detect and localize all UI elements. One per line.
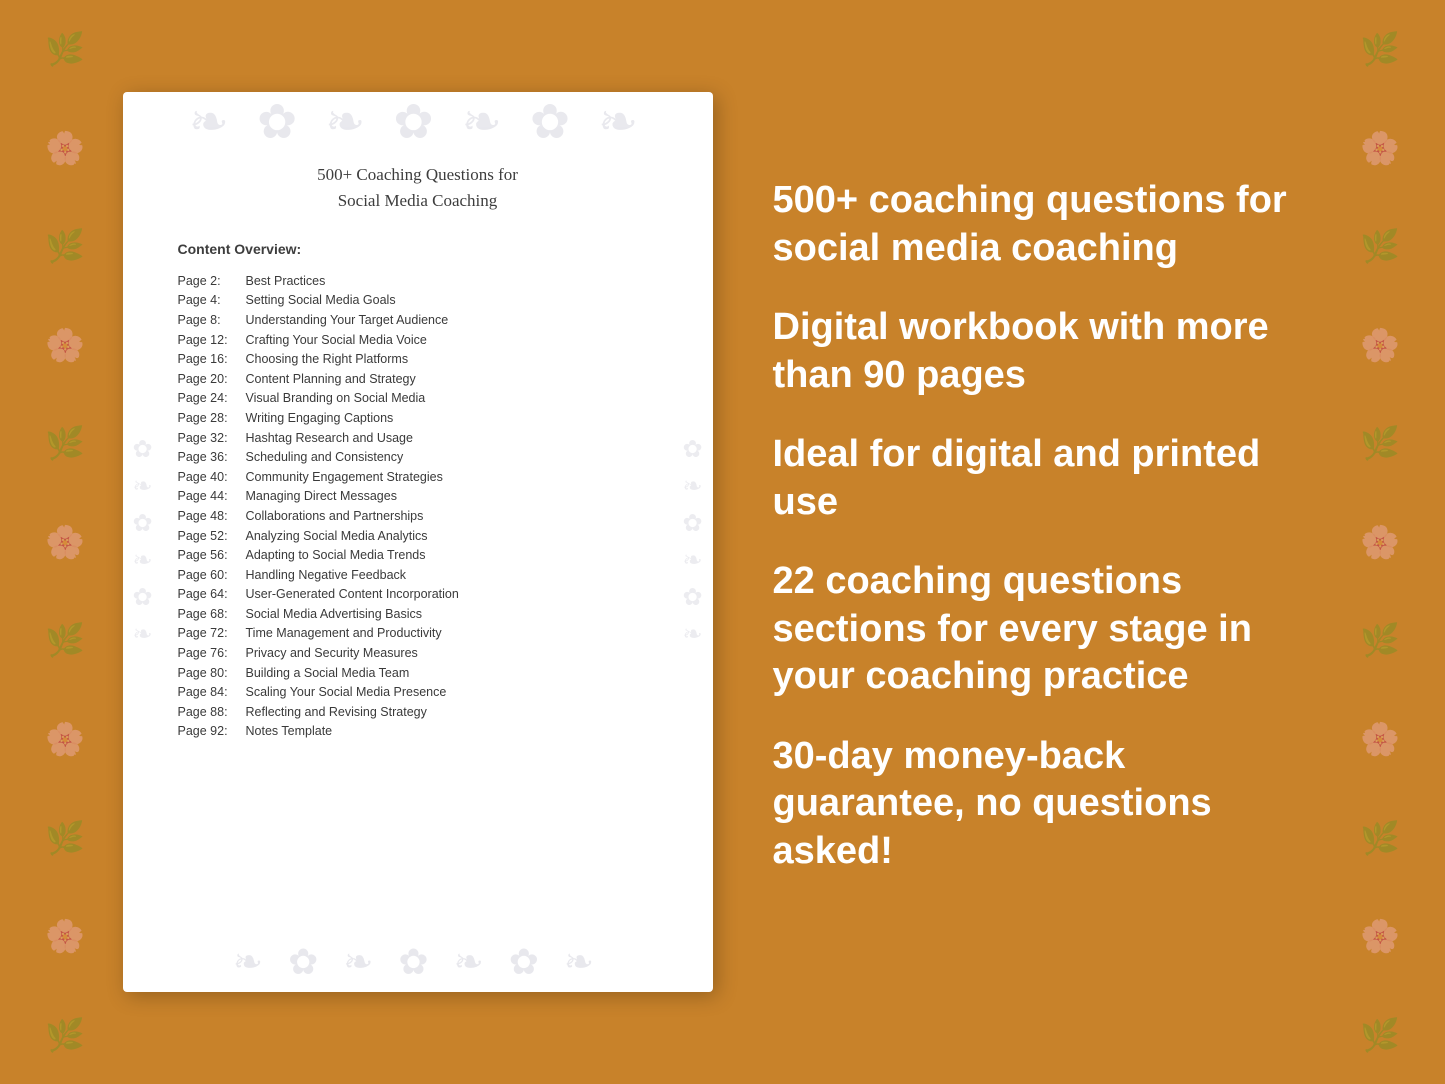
toc-page-number: Page 56: [178,548,242,562]
toc-item: Page 32: Hashtag Research and Usage [178,428,658,448]
toc-item: Page 80: Building a Social Media Team [178,663,658,683]
toc-label: Content Overview: [178,241,658,257]
toc-page-number: Page 80: [178,666,242,680]
toc-title: Handling Negative Feedback [246,568,658,582]
content-wrapper: ❧ ✿ ❧ ✿ ❧ ✿ ❧ ✿❧✿❧✿❧ ✿❧✿❧✿❧ 500+ Coachin… [0,0,1445,1084]
toc-page-number: Page 84: [178,685,242,699]
doc-side-ornament-left: ✿❧✿❧✿❧ [123,435,163,649]
toc-page-number: Page 68: [178,607,242,621]
feature-3: Ideal for digital and printed use [773,431,1323,526]
features-panel: 500+ coaching questions for social media… [773,177,1323,907]
toc-item: Page 60: Handling Negative Feedback [178,565,658,585]
toc-page-number: Page 2: [178,274,242,288]
toc-item: Page 72: Time Management and Productivity [178,624,658,644]
toc-page-number: Page 48: [178,509,242,523]
toc-title: Time Management and Productivity [246,626,658,640]
toc-title: Community Engagement Strategies [246,470,658,484]
feature-2: Digital workbook with more than 90 pages [773,304,1323,399]
toc-title: Crafting Your Social Media Voice [246,333,658,347]
feature-5: 30-day money-back guarantee, no question… [773,733,1323,876]
toc-title: Privacy and Security Measures [246,646,658,660]
toc-page-number: Page 92: [178,724,242,738]
toc-title: Scaling Your Social Media Presence [246,685,658,699]
toc-title: Choosing the Right Platforms [246,352,658,366]
toc-item: Page 64: User-Generated Content Incorpora… [178,585,658,605]
toc-title: Understanding Your Target Audience [246,313,658,327]
table-of-contents: Page 2: Best Practices Page 4: Setting Soci… [178,271,658,741]
toc-title: Collaborations and Partnerships [246,509,658,523]
toc-item: Page 4: Setting Social Media Goals [178,291,658,311]
toc-item: Page 84: Scaling Your Social Media Presen… [178,682,658,702]
toc-item: Page 24: Visual Branding on Social Media [178,389,658,409]
toc-item: Page 28: Writing Engaging Captions [178,408,658,428]
toc-item: Page 2: Best Practices [178,271,658,291]
toc-item: Page 8: Understanding Your Target Audienc… [178,310,658,330]
toc-title: Adapting to Social Media Trends [246,548,658,562]
toc-title: Notes Template [246,724,658,738]
toc-page-number: Page 4: [178,293,242,307]
feature-4: 22 coaching questions sections for every… [773,558,1323,701]
toc-title: Hashtag Research and Usage [246,431,658,445]
toc-title: Best Practices [246,274,658,288]
toc-page-number: Page 88: [178,705,242,719]
toc-page-number: Page 52: [178,529,242,543]
feature-1: 500+ coaching questions for social media… [773,177,1323,272]
toc-item: Page 16: Choosing the Right Platforms [178,349,658,369]
doc-ornament-bottom: ❧ ✿ ❧ ✿ ❧ ✿ ❧ [123,932,713,992]
toc-page-number: Page 64: [178,587,242,601]
toc-page-number: Page 8: [178,313,242,327]
toc-item: Page 48: Collaborations and Partnerships [178,506,658,526]
toc-title: Visual Branding on Social Media [246,391,658,405]
toc-title: Reflecting and Revising Strategy [246,705,658,719]
toc-page-number: Page 24: [178,391,242,405]
document-title: 500+ Coaching Questions for Social Media… [178,162,658,213]
document-panel: ❧ ✿ ❧ ✿ ❧ ✿ ❧ ✿❧✿❧✿❧ ✿❧✿❧✿❧ 500+ Coachin… [123,92,713,992]
toc-page-number: Page 60: [178,568,242,582]
toc-item: Page 40: Community Engagement Strategies [178,467,658,487]
doc-side-ornament-right: ✿❧✿❧✿❧ [673,435,713,649]
toc-item: Page 92: Notes Template [178,722,658,742]
toc-title: Content Planning and Strategy [246,372,658,386]
toc-page-number: Page 16: [178,352,242,366]
toc-title: Setting Social Media Goals [246,293,658,307]
toc-title: User-Generated Content Incorporation [246,587,658,601]
toc-item: Page 12: Crafting Your Social Media Voice [178,330,658,350]
toc-page-number: Page 44: [178,489,242,503]
toc-title: Building a Social Media Team [246,666,658,680]
doc-ornament-top: ❧ ✿ ❧ ✿ ❧ ✿ ❧ [123,92,713,152]
toc-page-number: Page 12: [178,333,242,347]
toc-item: Page 44: Managing Direct Messages [178,487,658,507]
toc-page-number: Page 36: [178,450,242,464]
toc-title: Writing Engaging Captions [246,411,658,425]
toc-title: Social Media Advertising Basics [246,607,658,621]
toc-title: Analyzing Social Media Analytics [246,529,658,543]
toc-item: Page 68: Social Media Advertising Basics [178,604,658,624]
toc-item: Page 36: Scheduling and Consistency [178,447,658,467]
toc-page-number: Page 40: [178,470,242,484]
toc-page-number: Page 32: [178,431,242,445]
toc-title: Scheduling and Consistency [246,450,658,464]
toc-item: Page 88: Reflecting and Revising Strategy [178,702,658,722]
toc-item: Page 56: Adapting to Social Media Trends [178,545,658,565]
toc-item: Page 76: Privacy and Security Measures [178,643,658,663]
toc-page-number: Page 28: [178,411,242,425]
toc-page-number: Page 72: [178,626,242,640]
toc-page-number: Page 76: [178,646,242,660]
toc-item: Page 20: Content Planning and Strategy [178,369,658,389]
toc-page-number: Page 20: [178,372,242,386]
toc-title: Managing Direct Messages [246,489,658,503]
toc-item: Page 52: Analyzing Social Media Analytics [178,526,658,546]
